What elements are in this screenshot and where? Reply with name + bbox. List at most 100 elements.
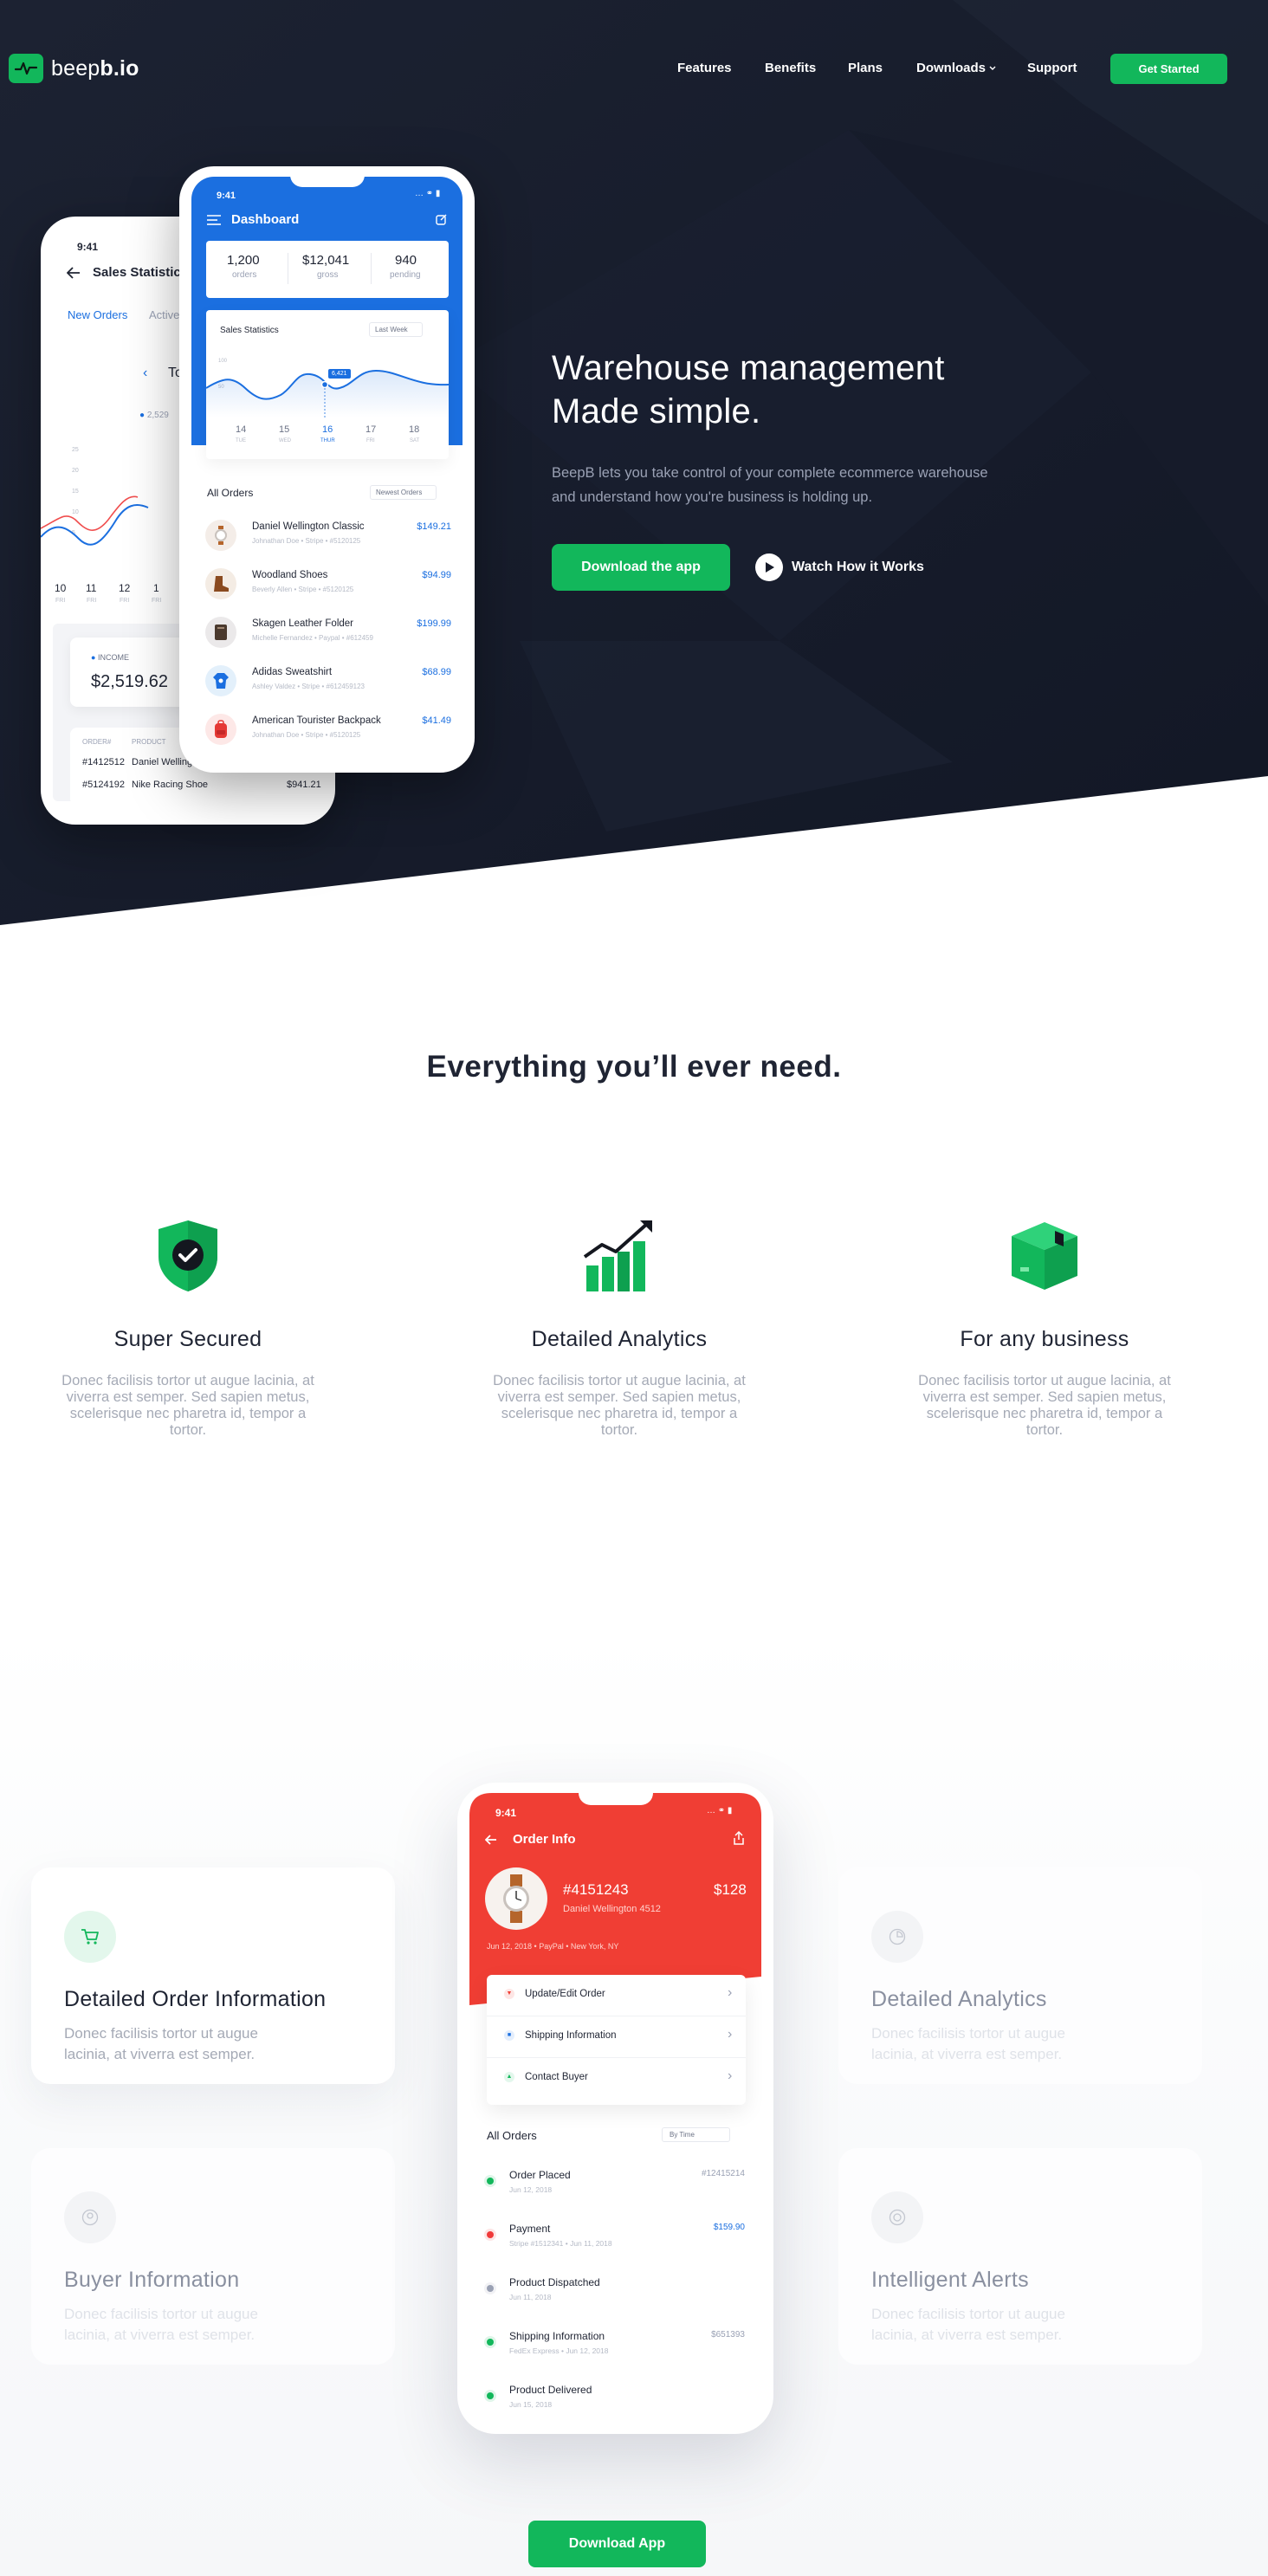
order-list-item[interactable]: Adidas Sweatshirt Ashley Valdez • Stripe … [205,660,451,702]
status-dot-icon [487,2285,494,2292]
order-list-item[interactable]: Skagen Leather Folder Michelle Fernandez … [205,612,451,653]
nav-link-benefits[interactable]: Benefits [765,61,816,75]
timeline-item[interactable]: Product Dispatched Jun 11, 2018 [487,2269,747,2313]
event-subtitle: Jun 12, 2018 [509,2185,553,2194]
nav-link-plans[interactable]: Plans [848,61,883,75]
card-title: Buyer Information [64,2268,240,2292]
shield-check-icon [41,1213,335,1299]
download-the-app-button[interactable]: Download the app [552,544,730,591]
share-icon[interactable] [733,1831,745,1845]
hero-title-line-1: Warehouse management [552,349,945,387]
event-value: $651393 [711,2330,745,2340]
feature-text: Donec facilisis tortor ut augue lacinia,… [493,1373,746,1438]
box-icon [897,1213,1192,1299]
income-value: $2,519.62 [91,672,168,691]
download-app-button[interactable]: Download App [528,2521,706,2567]
chevron-left-icon[interactable]: ‹ [143,366,147,381]
order-list-item[interactable]: Daniel Wellington Classic Johnathan Doe •… [205,515,451,556]
status-time: 9:41 [217,191,236,201]
orders-filter-dropdown[interactable]: Newest Orders [370,485,437,500]
contact-buyer-action[interactable]: ▲ Contact Buyer › [487,2058,746,2100]
event-title: Order Placed [509,2169,571,2181]
order-meta: Johnathan Doe • Stripe • #5120125 [252,731,361,739]
order-name: Skagen Leather Folder [252,618,353,629]
order-price: $128 [714,1881,747,1898]
truck-icon: ■ [504,2030,514,2041]
boot-icon [205,568,236,599]
status-dot-icon [487,2178,494,2184]
shipping-information-action[interactable]: ■ Shipping Information › [487,2016,746,2058]
orders-title: All Orders [207,487,254,499]
tab-new-orders[interactable]: New Orders [68,308,127,321]
tab-active[interactable]: Active [149,308,179,321]
feature-text: Donec facilisis tortor ut augue lacinia,… [61,1373,314,1438]
order-list-item[interactable]: Woodland Shoes Beverly Allen • Stripe • #… [205,563,451,605]
order-name: Adidas Sweatshirt [252,667,333,677]
event-title: Shipping Information [509,2330,605,2342]
person-icon: ▲ [504,2072,514,2082]
product-name: Daniel Wellington 4512 [563,1904,661,1914]
order-name: American Tourister Backpack [252,715,381,726]
folder-icon [205,617,236,648]
card-title: Detailed Analytics [871,1987,1047,2011]
status-icons: … ⚭ ▮ [415,189,441,198]
status-dot-icon [487,2339,494,2346]
order-price: $68.99 [422,667,451,677]
order-name: Daniel Wellington Classic [252,521,365,532]
chart-title: Sales Statistics [220,326,279,335]
nav-link-downloads[interactable]: Downloads [916,61,997,75]
backpack-icon [205,714,236,745]
feature-title: Detailed Analytics [531,1327,708,1351]
timeline-item[interactable]: Product Delivered Jun 15, 2018 [487,2377,747,2420]
timeline-item[interactable]: Order Placed Jun 12, 2018 #12415214 [487,2162,747,2205]
sales-statistics-card: Sales Statistics Last Week 100 50 6,421 … [206,310,449,459]
menu-icon[interactable] [207,215,221,225]
watch-icon [485,1867,547,1930]
order-meta: Michelle Fernandez • Paypal • #612459 [252,634,373,642]
order-list-item[interactable]: American Tourister Backpack Johnathan Doe… [205,709,451,750]
features-heading: Everything you’ll ever need. [426,1050,842,1084]
order-actions-card: ▼ Update/Edit Order › ■ Shipping Informa… [487,1975,746,2105]
timeline-item[interactable]: Payment Stripe #1512341 • Jun 11, 2018 $15… [487,2216,747,2259]
feature-title: Super Secured [113,1327,262,1351]
card-title: Detailed Order Information [64,1987,327,2011]
legend-item: ● 2,529 [139,411,169,420]
watch-icon [205,520,236,551]
nav-link-features[interactable]: Features [677,61,732,75]
get-started-button[interactable]: Get Started [1110,54,1227,84]
feature-detailed-analytics: Detailed Analytics Donec facilisis torto… [472,1213,767,1439]
event-title: Product Dispatched [509,2276,600,2288]
top-navigation: beepb.io Features Benefits Plans Downloa… [0,0,1268,139]
orders-filter-dropdown[interactable]: By Time [662,2127,730,2142]
card-text: Donec facilisis tortor ut augue lacinia,… [64,2025,258,2062]
hero-title: Warehouse management Made simple. [552,346,1002,433]
event-title: Product Delivered [509,2384,592,2396]
orders-title: All Orders [487,2129,537,2142]
update-edit-order-action[interactable]: ▼ Update/Edit Order › [487,1975,746,2016]
order-id: #4151243 [563,1881,629,1898]
event-subtitle: FedEx Express • Jun 12, 2018 [509,2346,609,2355]
status-time: 9:41 [77,241,99,253]
phone-notch [579,1783,653,1805]
chart-filter-dropdown[interactable]: Last Week [369,322,423,337]
order-info-phone-mockup: 9:41 … ⚭ ▮ Order Info #4151243 $128 Dani… [457,1783,773,2434]
watch-how-it-works-link[interactable]: Watch How it Works [755,553,924,581]
alert-icon [871,2191,923,2243]
screen-title: Order Info [513,1832,576,1847]
hero-title-line-2: Made simple. [552,392,761,430]
back-arrow-icon[interactable] [485,1835,497,1845]
nav-link-support[interactable]: Support [1027,61,1077,75]
share-icon[interactable] [436,214,447,225]
play-icon [755,553,783,581]
screen-title: Dashboard [231,212,300,227]
pie-icon [871,1911,923,1963]
feature-for-any-business: For any business Donec facilisis tortor … [897,1213,1192,1439]
event-subtitle: Stripe #1512341 • Jun 11, 2018 [509,2239,612,2248]
card-detailed-analytics: Detailed Analytics Donec facilisis torto… [838,1867,1202,2084]
order-name: Woodland Shoes [252,570,328,580]
status-icons: … ⚭ ▮ [707,1806,733,1815]
hero-description: BeepB lets you take control of your comp… [552,465,988,505]
timeline-item[interactable]: Shipping Information FedEx Express • Jun … [487,2323,747,2366]
sales-area-chart [206,369,449,417]
hero-section: beepb.io Features Benefits Plans Downloa… [0,0,1268,927]
